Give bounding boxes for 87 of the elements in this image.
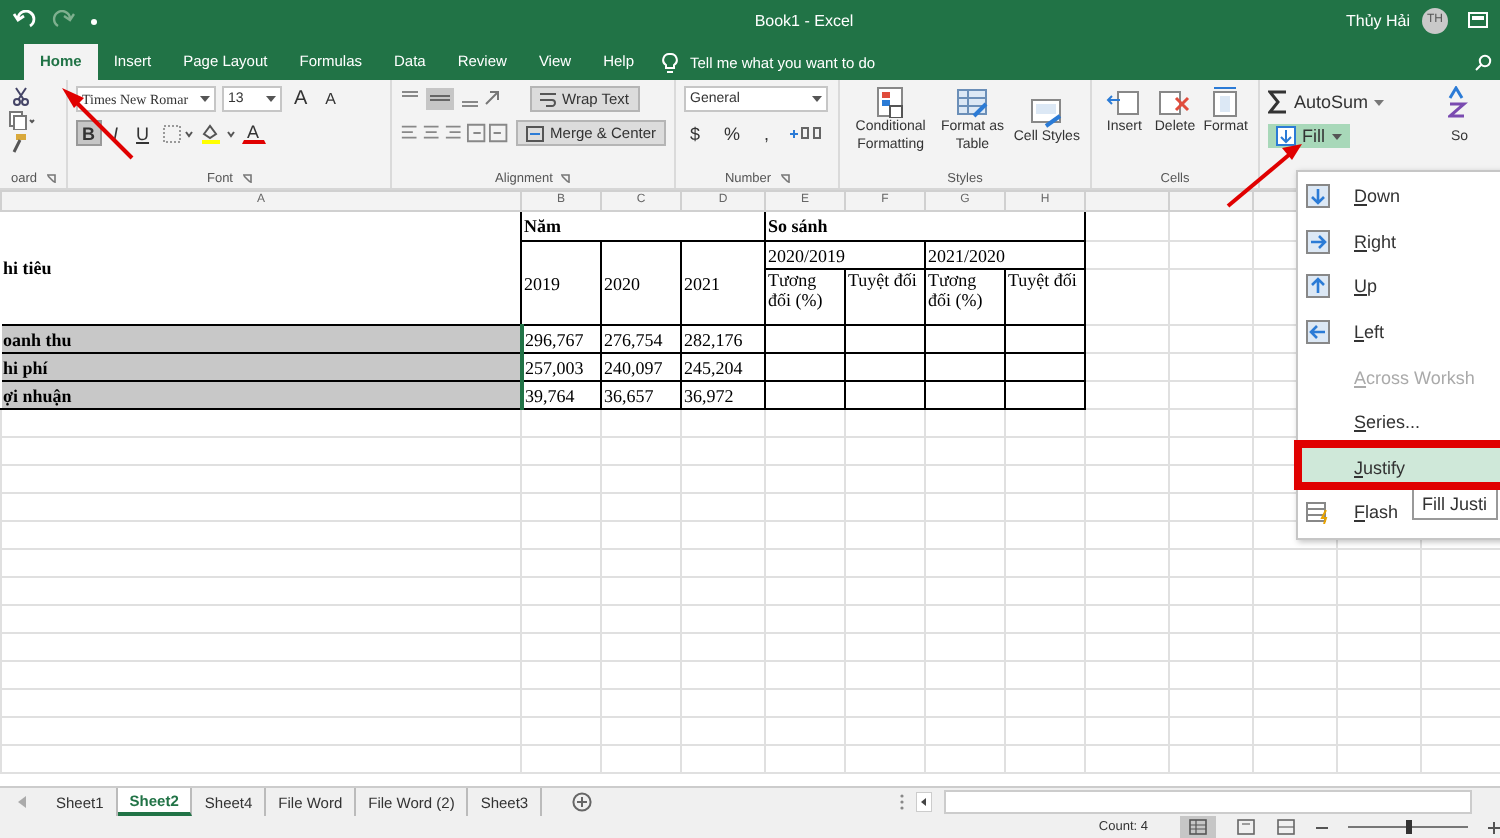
dropdown-icon bbox=[1331, 133, 1341, 139]
cut-icon[interactable] bbox=[12, 86, 30, 106]
ribbon-display-icon[interactable] bbox=[1468, 12, 1488, 28]
bold-button[interactable]: B bbox=[76, 120, 101, 146]
table-cell: 39,764 bbox=[521, 381, 601, 409]
flash-fill-icon bbox=[1306, 500, 1330, 525]
fill-button[interactable]: Fill bbox=[1268, 124, 1349, 148]
fill-left-icon bbox=[1306, 320, 1330, 345]
cells-icon bbox=[1156, 86, 1193, 118]
sigma-icon bbox=[1268, 90, 1288, 114]
annotation-arrow bbox=[1226, 144, 1302, 208]
number-format-button[interactable]: , bbox=[758, 120, 776, 146]
table-cell: Tuyệt đối bbox=[1005, 269, 1085, 325]
underline-button[interactable]: U bbox=[130, 120, 156, 146]
style-icon bbox=[1028, 95, 1065, 127]
table-cell: Năm bbox=[521, 211, 765, 241]
sort-icon[interactable] bbox=[1448, 86, 1468, 118]
format-painter-icon[interactable] bbox=[8, 134, 28, 154]
user-name: Thủy Hải bbox=[1345, 11, 1410, 29]
dropdown-icon bbox=[1374, 99, 1385, 105]
table-cell: Tương đối (%) bbox=[925, 269, 1005, 325]
fill-down-icon bbox=[1306, 184, 1330, 209]
menu-item[interactable]: Series... bbox=[1298, 399, 1429, 446]
table-cell: 2020 bbox=[601, 241, 681, 325]
zoom-slider-thumb[interactable] bbox=[1405, 820, 1411, 834]
launcher-icon[interactable] bbox=[241, 173, 251, 183]
table-cell: oanh thu bbox=[1, 325, 521, 353]
page-break-icon[interactable] bbox=[1276, 818, 1296, 836]
zoom-out-icon[interactable] bbox=[1316, 821, 1328, 833]
align-left-icon[interactable] bbox=[400, 122, 511, 144]
table-cell: Tương đối (%) bbox=[765, 269, 845, 325]
menu-item[interactable]: Up bbox=[1298, 264, 1386, 310]
table-cell: 2021/2020 bbox=[925, 241, 1085, 269]
table-cell: 276,754 bbox=[601, 325, 681, 353]
menu-item[interactable]: Left bbox=[1298, 309, 1393, 355]
fill-right-icon bbox=[1306, 229, 1330, 254]
window-title: Book1 - Excel bbox=[752, 11, 856, 29]
undo-icon[interactable] bbox=[12, 10, 36, 30]
style-icon bbox=[954, 86, 991, 118]
normal-view-icon[interactable] bbox=[1180, 816, 1216, 838]
borders-icon[interactable] bbox=[161, 123, 194, 143]
lightbulb-icon[interactable] bbox=[662, 51, 678, 73]
copy-icon[interactable] bbox=[8, 110, 36, 130]
dropdown-icon bbox=[200, 96, 210, 102]
table-cell: 282,176 bbox=[681, 325, 765, 353]
horizontal-scrollbar[interactable] bbox=[944, 790, 1472, 814]
font-color-button[interactable]: A bbox=[241, 122, 266, 144]
number-format-button[interactable]: $ bbox=[684, 120, 707, 146]
launcher-icon[interactable] bbox=[45, 173, 55, 183]
add-sheet-icon[interactable] bbox=[572, 792, 593, 812]
search-icon[interactable] bbox=[1474, 53, 1492, 71]
merge-icon bbox=[526, 125, 545, 141]
table-cell: 2019 bbox=[521, 241, 601, 325]
table-cell: 2020/2019 bbox=[765, 241, 925, 269]
table-cell: So sánh bbox=[765, 211, 1085, 241]
page-layout-icon[interactable] bbox=[1236, 818, 1256, 836]
wrap-icon bbox=[540, 91, 556, 107]
menu-item[interactable]: Right bbox=[1298, 219, 1405, 265]
table-cell: 36,657 bbox=[601, 381, 681, 409]
table-cell: hi phí bbox=[1, 353, 521, 381]
fill-color-icon[interactable] bbox=[199, 122, 236, 144]
fill-up-icon bbox=[1306, 274, 1330, 299]
table-cell: 240,097 bbox=[601, 353, 681, 381]
tooltip: Fill Justi bbox=[1412, 488, 1498, 520]
table-cell: 257,003 bbox=[521, 353, 601, 381]
menu-item[interactable]: Flash bbox=[1298, 490, 1407, 536]
grow-font-button[interactable]: A bbox=[288, 86, 314, 112]
launcher-icon[interactable] bbox=[560, 173, 571, 183]
table-cell: Tuyệt đối bbox=[845, 269, 925, 325]
number-format-button[interactable]: % bbox=[718, 120, 747, 146]
table-cell: 2021 bbox=[681, 241, 765, 325]
dropdown-icon bbox=[812, 96, 822, 102]
menu-item[interactable]: Down bbox=[1298, 174, 1409, 220]
zoom-in-icon[interactable] bbox=[1488, 821, 1500, 833]
launcher-icon[interactable] bbox=[779, 173, 790, 183]
table-cell: ợi nhuận bbox=[1, 381, 521, 409]
style-icon bbox=[872, 86, 909, 118]
down-arrow-icon bbox=[1276, 126, 1296, 146]
shrink-font-button[interactable]: A bbox=[319, 86, 343, 112]
cells-icon bbox=[1106, 86, 1143, 118]
scroll-left-icon[interactable] bbox=[916, 792, 932, 812]
table-cell: 36,972 bbox=[681, 381, 765, 409]
table-cell: 245,204 bbox=[681, 353, 765, 381]
align-top-icon[interactable] bbox=[400, 88, 504, 110]
autosum-button[interactable]: AutoSum bbox=[1268, 90, 1385, 114]
table-cell: 296,767 bbox=[521, 325, 601, 353]
dropdown-icon bbox=[266, 96, 276, 102]
